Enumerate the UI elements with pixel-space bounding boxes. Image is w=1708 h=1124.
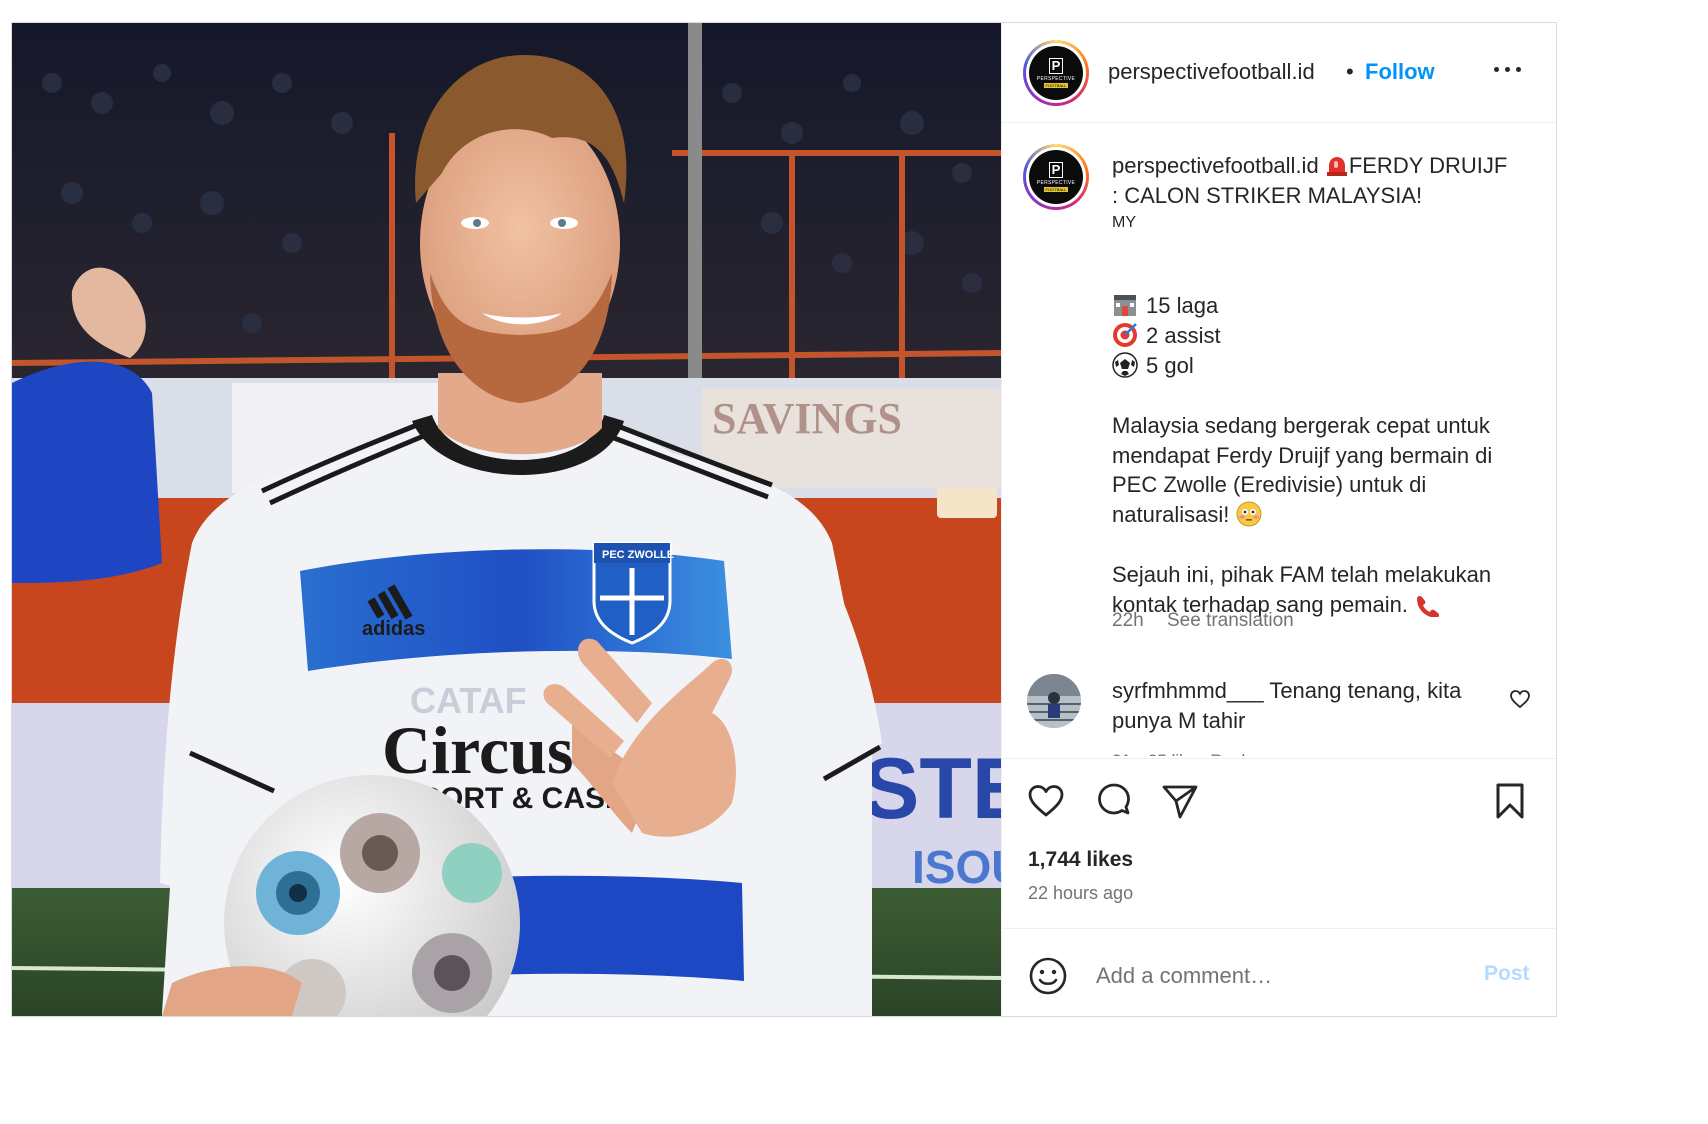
- caption-paragraph-1-text: Malaysia sedang bergerak cepat untuk men…: [1112, 413, 1493, 527]
- caption-username[interactable]: perspectivefootball.id: [1112, 153, 1319, 178]
- target-icon: [1112, 322, 1138, 348]
- post-modal: SAVINGS STE ISOU: [11, 22, 1557, 1017]
- stat-appearances: 15 laga: [1112, 291, 1218, 321]
- comment-item: syrfmhmmd___ Tenang tenang, kita punya M…: [1112, 676, 1492, 736]
- avatar-line-2: FOOTBALL: [1043, 187, 1069, 192]
- flushed-face-icon: [1236, 501, 1262, 527]
- stat-text: 2 assist: [1146, 323, 1221, 348]
- telephone-icon: [1414, 592, 1442, 618]
- stat-text: 5 gol: [1146, 353, 1194, 378]
- comment-input[interactable]: [1094, 959, 1458, 993]
- comment-username[interactable]: syrfmhmmd___: [1112, 678, 1264, 703]
- comment-meta: 21w 25 likes Reply: [1112, 748, 1254, 756]
- caption-avatar[interactable]: P PERSPECTIVE FOOTBALL: [1023, 144, 1089, 210]
- post-photo[interactable]: SAVINGS STE ISOU: [12, 23, 1001, 1016]
- save-bookmark-icon[interactable]: [1490, 781, 1530, 821]
- siren-icon: [1325, 153, 1349, 178]
- board-text-1: SAVINGS: [712, 394, 902, 443]
- share-icon[interactable]: [1160, 781, 1200, 821]
- post-header: P PERSPECTIVE FOOTBALL perspectivefootba…: [1002, 23, 1556, 123]
- avatar-mark: P: [1048, 58, 1064, 74]
- comment-like-icon[interactable]: [1508, 687, 1532, 711]
- author-avatar[interactable]: P PERSPECTIVE FOOTBALL: [1023, 40, 1089, 106]
- avatar-line-1: PERSPECTIVE: [1036, 180, 1076, 186]
- board-text-2: STE: [862, 741, 1001, 837]
- soccer-ball-icon: [1112, 352, 1138, 378]
- commenter-avatar[interactable]: [1027, 674, 1081, 728]
- caption-headline-block: perspectivefootball.id FERDY DRUIJF : CA…: [1112, 151, 1512, 238]
- post-comment-button[interactable]: Post: [1484, 962, 1530, 986]
- more-options-icon[interactable]: [1494, 53, 1524, 77]
- post-actions: 1,744 likes 22 hours ago: [1002, 758, 1556, 919]
- author-username[interactable]: perspectivefootball.id: [1108, 59, 1315, 85]
- comment-icon[interactable]: [1094, 781, 1134, 821]
- emoji-picker-icon[interactable]: [1028, 956, 1068, 996]
- brand-text: adidas: [362, 618, 425, 640]
- sponsor-text-1: Circus: [382, 712, 573, 788]
- follow-button[interactable]: Follow: [1365, 59, 1435, 85]
- posted-time: 22 hours ago: [1028, 883, 1134, 903]
- like-icon[interactable]: [1026, 781, 1066, 821]
- caption-meta: 22h See translation: [1112, 610, 1294, 632]
- avatar-line-2: FOOTBALL: [1043, 83, 1069, 88]
- caption-paragraph-1: Malaysia sedang bergerak cepat untuk men…: [1112, 411, 1522, 529]
- avatar-mark: P: [1048, 162, 1064, 178]
- stat-assists: 2 assist: [1112, 321, 1221, 351]
- avatar-line-1: PERSPECTIVE: [1036, 76, 1076, 82]
- crest-text: PEC ZWOLLE: [602, 549, 674, 561]
- header-separator: •: [1346, 59, 1354, 84]
- add-comment-bar: Post: [1002, 928, 1556, 1016]
- board-text-3: ISOU: [912, 841, 1001, 893]
- stat-text: 15 laga: [1146, 293, 1219, 318]
- likes-count[interactable]: 1,744 likes: [1028, 848, 1133, 872]
- stadium-icon: [1112, 292, 1138, 318]
- see-translation-link[interactable]: See translation: [1167, 610, 1294, 631]
- stat-goals: 5 gol: [1112, 351, 1194, 381]
- post-side-panel: P PERSPECTIVE FOOTBALL perspectivefootba…: [1001, 23, 1556, 1016]
- flag-label: MY: [1112, 214, 1136, 231]
- caption-time: 22h: [1112, 610, 1144, 631]
